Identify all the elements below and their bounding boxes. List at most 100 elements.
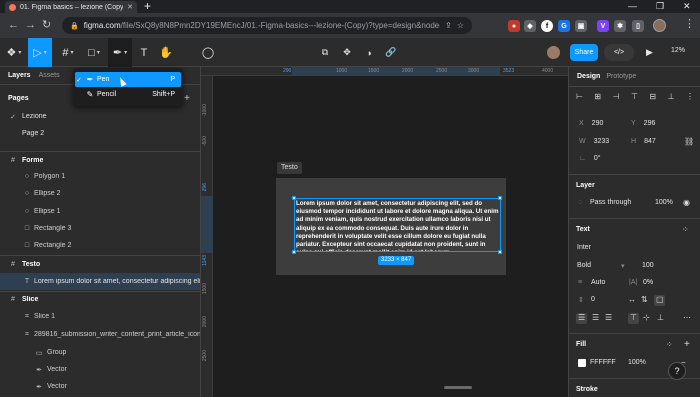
font-family-select[interactable]: Inter [577,244,591,251]
layer-item-selected-text[interactable]: T Lorem ipsum dolor sit amet, consectetu… [0,273,200,290]
align-h-center-icon[interactable]: ⊞ [594,92,601,104]
resize-handle[interactable] [292,250,296,254]
tab-prototype[interactable]: Prototype [606,73,636,80]
new-tab-button[interactable]: + [144,0,151,13]
window-close-icon[interactable]: ✕ [683,0,691,12]
extension-f-icon[interactable]: f [541,20,553,32]
layer-item[interactable]: □ Rectangle 2 [0,237,200,254]
layer-item[interactable]: ✒ Vector [0,378,200,395]
chrome-menu-icon[interactable]: ⋮ [684,18,695,31]
extension-puzzle-icon[interactable]: ◆ [524,20,536,32]
text-align-right-icon[interactable]: ☰ [605,313,612,322]
align-top-icon[interactable]: ⊤ [631,92,638,104]
text-align-center-icon[interactable]: ☰ [592,313,599,322]
resize-handle[interactable] [498,196,502,200]
pen-tool-button[interactable]: ✒ ▾ [108,38,132,67]
line-height-field[interactable]: Auto [591,279,605,286]
letter-spacing-field[interactable]: 0% [643,279,653,286]
more-options-icon[interactable]: ⋯ [683,313,691,322]
browser-tab[interactable]: 01. Figma basics – lezione (Copy) ✕ [5,1,137,13]
extension-record-icon[interactable]: ● [508,20,520,32]
horizontal-scrollbar[interactable] [444,386,472,389]
font-size-field[interactable]: 100 [642,262,654,269]
forward-icon[interactable]: → [25,19,36,32]
link-button[interactable]: 🔗 [384,38,398,67]
constrain-proportions-icon[interactable]: ⛓ [684,137,694,146]
auto-width-icon[interactable]: ↔ [628,295,636,304]
paragraph-spacing-field[interactable]: 0 [591,296,595,303]
align-left-icon[interactable]: ⊢ [576,92,583,104]
align-bottom-icon[interactable]: ⊥ [668,92,675,104]
layer-item[interactable]: ▭ Group [0,344,200,361]
reload-icon[interactable]: ↻ [42,19,51,32]
tab-close-icon[interactable]: ✕ [127,3,133,11]
shape-tool-button[interactable]: □ ▾ [82,38,106,67]
mask-button[interactable]: ◑ [362,38,376,67]
minimize-icon[interactable]: — [628,0,637,12]
text-align-middle-icon[interactable]: ⊹ [643,313,650,322]
layer-item[interactable]: ○ Polygon 1 [0,168,200,185]
share-page-icon[interactable]: ⇪ [445,21,452,30]
help-button[interactable]: ? [668,362,686,380]
resize-handle[interactable] [498,250,502,254]
layer-item[interactable]: ○ Ellipse 2 [0,185,200,202]
fill-color-swatch[interactable] [578,359,586,367]
fill-opacity-field[interactable]: 100% [628,359,646,366]
distribute-icon[interactable]: ⋮ [686,92,694,104]
extension-v-icon[interactable]: V [597,20,609,32]
collaborator-avatar[interactable] [545,38,561,67]
layer-frame-testo[interactable]: # Testo [0,256,200,273]
text-tool-button[interactable]: T [136,38,152,67]
frame-name-label[interactable]: Testo [277,162,302,174]
profile-avatar[interactable] [653,19,666,32]
extensions-puzzle-icon[interactable]: ✱ [614,20,626,32]
layer-item[interactable]: ⌗ 289816_submission_writer_content_print… [0,326,200,343]
tab-layers[interactable]: Layers [8,72,31,79]
font-weight-select[interactable]: Bold [577,262,591,269]
url-input[interactable]: 🔒 figma.com/file/SxQ8y8N8Pmn2DY19EMEncJ/… [62,17,472,34]
present-play-icon[interactable]: ▶ [646,47,653,58]
align-right-icon[interactable]: ⊣ [613,92,620,104]
main-menu-button[interactable]: ❖ ▾ [2,38,26,67]
width-field[interactable]: W 3233 [579,138,609,145]
page-item-page-2[interactable]: Page 2 [0,125,200,142]
extension-g-icon[interactable]: G [558,20,570,32]
layer-opacity-field[interactable]: 100% [655,199,673,206]
auto-height-icon[interactable]: ⇅ [641,295,648,304]
layer-item[interactable]: □ Rectangle 3 [0,220,200,237]
selected-text-layer[interactable]: Lorem ipsum dolor sit amet, consectetur … [294,198,501,252]
fill-hex-field[interactable]: FFFFFF [590,359,616,366]
hand-tool-button[interactable]: ✋ [158,38,174,67]
menu-item-pen[interactable]: ✓ ✒ Pen P [75,72,181,87]
bookmark-star-icon[interactable]: ☆ [457,21,464,30]
back-icon[interactable]: ← [8,19,19,32]
align-v-center-icon[interactable]: ⊟ [649,92,656,104]
blend-mode-select[interactable]: Pass through [590,199,631,206]
comment-tool-button[interactable]: ◯ [200,38,216,67]
menu-item-pencil[interactable]: ✎ Pencil Shift+P [75,87,181,102]
add-page-icon[interactable]: + [184,93,190,104]
height-field[interactable]: H 847 [631,138,656,145]
fill-styles-icon[interactable]: ⁘ [666,340,673,349]
visibility-eye-icon[interactable]: ◉ [683,198,690,207]
page-item-lezione[interactable]: ✓ Lezione [0,108,200,125]
add-fill-icon[interactable]: + [684,339,690,350]
component-button[interactable]: ✥ [340,38,354,67]
sidebar-panel-icon[interactable]: ▯ [632,20,644,32]
layer-frame-forme[interactable]: # Forme [0,152,200,169]
tab-design[interactable]: Design [577,73,600,80]
x-field[interactable]: X 290 [579,120,603,127]
maximize-icon[interactable]: ❐ [656,0,664,12]
zoom-level[interactable]: 12% [671,47,685,54]
text-align-bottom-icon[interactable]: ⊥ [657,313,664,322]
rotation-field[interactable]: ∟ 0° [579,155,601,162]
resize-handle[interactable] [292,196,296,200]
extension-shield-icon[interactable]: ▣ [575,20,587,32]
frame-tool-button[interactable]: # ▾ [56,38,80,67]
layer-item[interactable]: ○ Ellipse 1 [0,203,200,220]
move-tool-button[interactable]: ▷ ▾ [28,38,52,67]
layer-item[interactable]: ✒ Vector [0,361,200,378]
tab-assets[interactable]: Assets [39,72,60,79]
dev-mode-toggle[interactable]: </> [604,44,634,61]
layer-item[interactable]: ⌗ Slice 1 [0,308,200,325]
